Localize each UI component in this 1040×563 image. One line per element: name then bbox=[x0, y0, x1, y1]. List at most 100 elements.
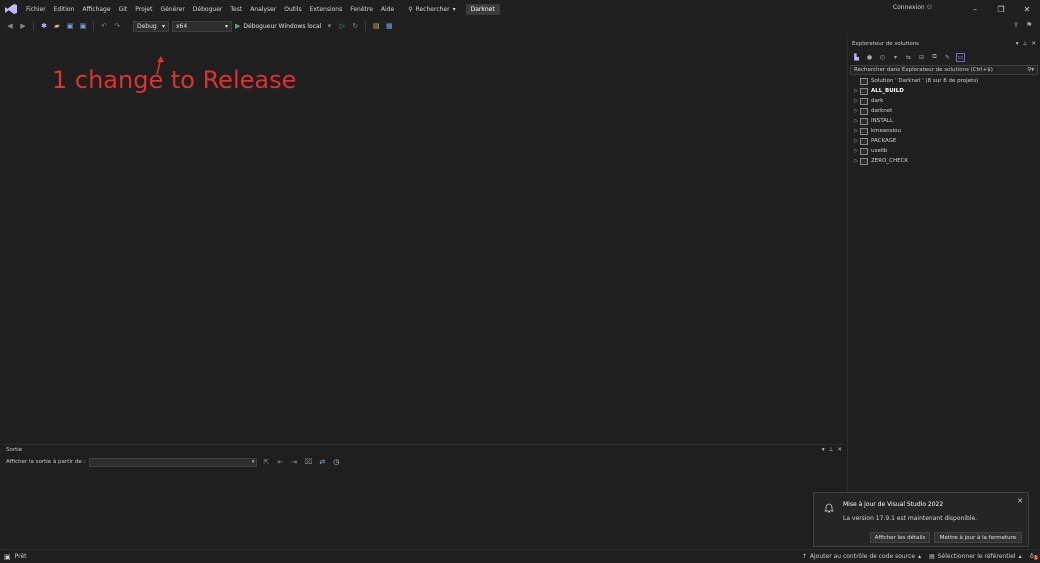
menu-fenetre[interactable]: Fenêtre bbox=[346, 6, 377, 13]
show-details-button[interactable]: Afficher les détails bbox=[870, 532, 930, 543]
tree-item-darknet[interactable]: ▷ darknet bbox=[848, 106, 1040, 116]
properties-icon[interactable]: ✎ bbox=[943, 53, 952, 62]
menu-affichage[interactable]: Affichage bbox=[78, 6, 114, 13]
expand-icon[interactable]: ▷ bbox=[852, 98, 860, 104]
standard-toolbar: ◀ ▶ ✱ ▰ ▣ ▣ ↶ ↷ Debug ▾ x64 ▾ ▶ Débogueu… bbox=[0, 18, 1040, 34]
restore-button[interactable]: ❐ bbox=[988, 0, 1014, 18]
start-debug-icon[interactable]: ▶ bbox=[235, 22, 240, 30]
switch-views-icon[interactable]: ▙ bbox=[852, 53, 861, 62]
menu-git[interactable]: Git bbox=[115, 6, 132, 13]
output-source-select[interactable]: ▾ bbox=[89, 457, 258, 467]
forward-icon[interactable]: ▶ bbox=[18, 21, 28, 31]
menu-analyser[interactable]: Analyser bbox=[246, 6, 280, 13]
tree-item-uselib[interactable]: ▷ uselib bbox=[848, 146, 1040, 156]
menu-test[interactable]: Test bbox=[226, 6, 246, 13]
preview-icon[interactable]: ▭ bbox=[956, 52, 965, 62]
solution-explorer-header: Explorateur de solutions ▾ ⊥ ✕ bbox=[848, 38, 1040, 50]
expand-icon[interactable]: ▷ bbox=[852, 158, 860, 164]
expand-icon[interactable]: ▷ bbox=[852, 148, 860, 154]
solution-explorer-title: Explorateur de solutions bbox=[852, 41, 920, 47]
configuration-select[interactable]: Debug ▾ bbox=[133, 20, 169, 32]
solution-name-badge: Darknet bbox=[465, 3, 500, 15]
chevron-up-icon: ▴ bbox=[1018, 553, 1022, 560]
minimize-button[interactable]: – bbox=[962, 0, 988, 18]
source-control-button[interactable]: ↑ Ajouter au contrôle de code source ▴ bbox=[802, 553, 921, 560]
refresh-icon[interactable]: ↻ bbox=[350, 21, 360, 31]
show-all-files-icon[interactable]: ⧉ bbox=[930, 53, 939, 62]
expand-icon[interactable]: ▷ bbox=[852, 138, 860, 144]
tree-item-all-build[interactable]: ▷ ALL_BUILD bbox=[848, 86, 1040, 96]
notification-body: La version 17.9.1 est maintenant disponi… bbox=[843, 515, 978, 522]
pin-icon[interactable]: ⊥ bbox=[1023, 41, 1028, 47]
project-icon bbox=[860, 157, 868, 165]
undo-icon[interactable]: ↶ bbox=[99, 21, 109, 31]
expand-icon[interactable]: ▷ bbox=[852, 88, 860, 94]
expand-icon[interactable]: ▷ bbox=[852, 118, 860, 124]
sync-icon[interactable]: ⇆ bbox=[904, 53, 913, 62]
copilot-icon[interactable]: ⚑ bbox=[1026, 21, 1032, 29]
tree-item-zero-check[interactable]: ▷ ZERO_CHECK bbox=[848, 156, 1040, 166]
project-icon bbox=[860, 97, 868, 105]
repository-button[interactable]: ▤ Sélectionner le référentiel ▴ bbox=[929, 553, 1022, 560]
chevron-down-icon: ▾ bbox=[251, 459, 255, 465]
chevron-down-icon[interactable]: ▾ bbox=[324, 21, 334, 31]
tree-item-install[interactable]: ▷ INSTALL bbox=[848, 116, 1040, 126]
tree-item-kmeansiou[interactable]: ▷ kmeansiou bbox=[848, 126, 1040, 136]
extension-icon[interactable]: ▤ bbox=[371, 21, 381, 31]
menu-edition[interactable]: Edition bbox=[50, 6, 79, 13]
tree-item-dark[interactable]: ▷ dark bbox=[848, 96, 1040, 106]
back-icon[interactable]: ◀ bbox=[5, 21, 15, 31]
pin-icon[interactable]: ⊥ bbox=[829, 447, 834, 453]
start-without-debug-icon[interactable]: ▷ bbox=[337, 21, 347, 31]
update-on-close-button[interactable]: Mettre à jour à la fermeture bbox=[934, 532, 1022, 543]
menu-generer[interactable]: Générer bbox=[156, 6, 188, 13]
solution-node[interactable]: Solution ' Darknet ' (8 sur 8 de projets… bbox=[848, 76, 1040, 86]
redo-icon[interactable]: ↷ bbox=[112, 21, 122, 31]
search-button[interactable]: ⚲ Rechercher ▾ bbox=[404, 6, 459, 13]
notifications-button[interactable]: ♁ 1 bbox=[1030, 553, 1039, 560]
menu-fichier[interactable]: Fichier bbox=[22, 6, 50, 13]
solution-explorer-panel: Explorateur de solutions ▾ ⊥ ✕ ▙ ● ◴ ▾ ⇆… bbox=[847, 38, 1040, 546]
close-window-button[interactable]: ✕ bbox=[1014, 0, 1040, 18]
pending-changes-icon[interactable]: ● bbox=[865, 53, 874, 62]
layout-icon[interactable]: ▦ bbox=[384, 21, 394, 31]
repository-icon: ▤ bbox=[929, 553, 935, 560]
menu-outils[interactable]: Outils bbox=[280, 6, 305, 13]
project-icon bbox=[860, 147, 868, 155]
toolbar-divider bbox=[93, 21, 94, 31]
open-folder-icon[interactable]: ▰ bbox=[52, 21, 62, 31]
platform-select[interactable]: x64 ▾ bbox=[172, 20, 232, 32]
ready-icon: ▣ bbox=[4, 552, 11, 561]
save-icon[interactable]: ▣ bbox=[65, 21, 75, 31]
word-wrap-icon[interactable]: ⇄ bbox=[317, 457, 327, 467]
menu-deboguer[interactable]: Déboguer bbox=[189, 6, 227, 13]
new-project-icon[interactable]: ✱ bbox=[39, 21, 49, 31]
next-message-icon[interactable]: ⇥ bbox=[289, 457, 299, 467]
tree-item-package[interactable]: ▷ PACKAGE bbox=[848, 136, 1040, 146]
project-label: uselib bbox=[871, 148, 888, 154]
chevron-down-icon[interactable]: ▾ bbox=[1016, 41, 1019, 47]
find-message-icon[interactable]: ⇱ bbox=[261, 457, 271, 467]
chevron-down-icon[interactable]: ▾ bbox=[822, 447, 825, 453]
debugger-target-button[interactable]: Débogueur Windows local bbox=[243, 23, 321, 30]
expand-icon[interactable]: ▷ bbox=[852, 108, 860, 114]
menu-projet[interactable]: Projet bbox=[131, 6, 156, 13]
close-icon[interactable]: ✕ bbox=[1017, 497, 1023, 505]
sign-in-button[interactable]: Connexion ⚇ bbox=[893, 4, 932, 11]
feedback-icon[interactable]: ⇪ bbox=[1013, 21, 1019, 29]
save-all-icon[interactable]: ▣ bbox=[78, 21, 88, 31]
history-icon[interactable]: ◴ bbox=[878, 53, 887, 62]
clear-all-icon[interactable]: ⌧ bbox=[303, 457, 313, 467]
previous-message-icon[interactable]: ⇤ bbox=[275, 457, 285, 467]
solution-search-input[interactable]: Rechercher dans Explorateur de solutions… bbox=[850, 65, 1038, 75]
timestamp-icon[interactable]: ◷ bbox=[331, 457, 341, 467]
close-icon[interactable]: ✕ bbox=[837, 447, 842, 453]
menu-extensions[interactable]: Extensions bbox=[306, 6, 347, 13]
chevron-down-icon[interactable]: ▾ bbox=[891, 53, 900, 62]
menu-aide[interactable]: Aide bbox=[377, 6, 398, 13]
expand-icon[interactable]: ▷ bbox=[852, 128, 860, 134]
source-control-label: Ajouter au contrôle de code source bbox=[809, 553, 916, 560]
collapse-all-icon[interactable]: ⊟ bbox=[917, 53, 926, 62]
visual-studio-logo-icon[interactable] bbox=[0, 0, 22, 18]
close-icon[interactable]: ✕ bbox=[1031, 41, 1036, 47]
